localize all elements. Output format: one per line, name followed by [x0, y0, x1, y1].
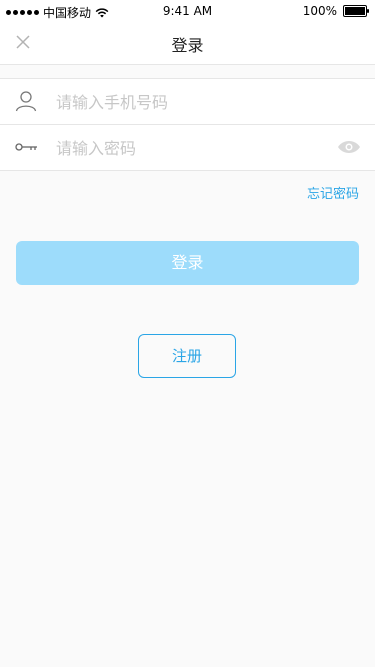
- battery-percent: 100%: [302, 4, 337, 18]
- battery-icon: [343, 5, 369, 17]
- password-input[interactable]: [54, 135, 328, 161]
- battery-fill: [345, 7, 365, 15]
- status-bar: 中国移动 9:41 AM 100%: [0, 0, 375, 22]
- login-button[interactable]: 登录: [16, 241, 359, 285]
- user-icon: [15, 91, 37, 112]
- phone-input[interactable]: [54, 89, 328, 115]
- register-button[interactable]: 注册: [138, 334, 236, 378]
- eye-icon[interactable]: [337, 137, 361, 157]
- forgot-password-link[interactable]: 忘记密码: [307, 183, 359, 202]
- phone-row: [0, 79, 375, 125]
- status-right: 100%: [302, 4, 369, 18]
- page-title: 登录: [171, 36, 204, 55]
- nav-bar: 登录: [0, 22, 375, 65]
- password-row: [0, 125, 375, 170]
- login-form: [0, 78, 375, 171]
- key-icon: [15, 143, 37, 151]
